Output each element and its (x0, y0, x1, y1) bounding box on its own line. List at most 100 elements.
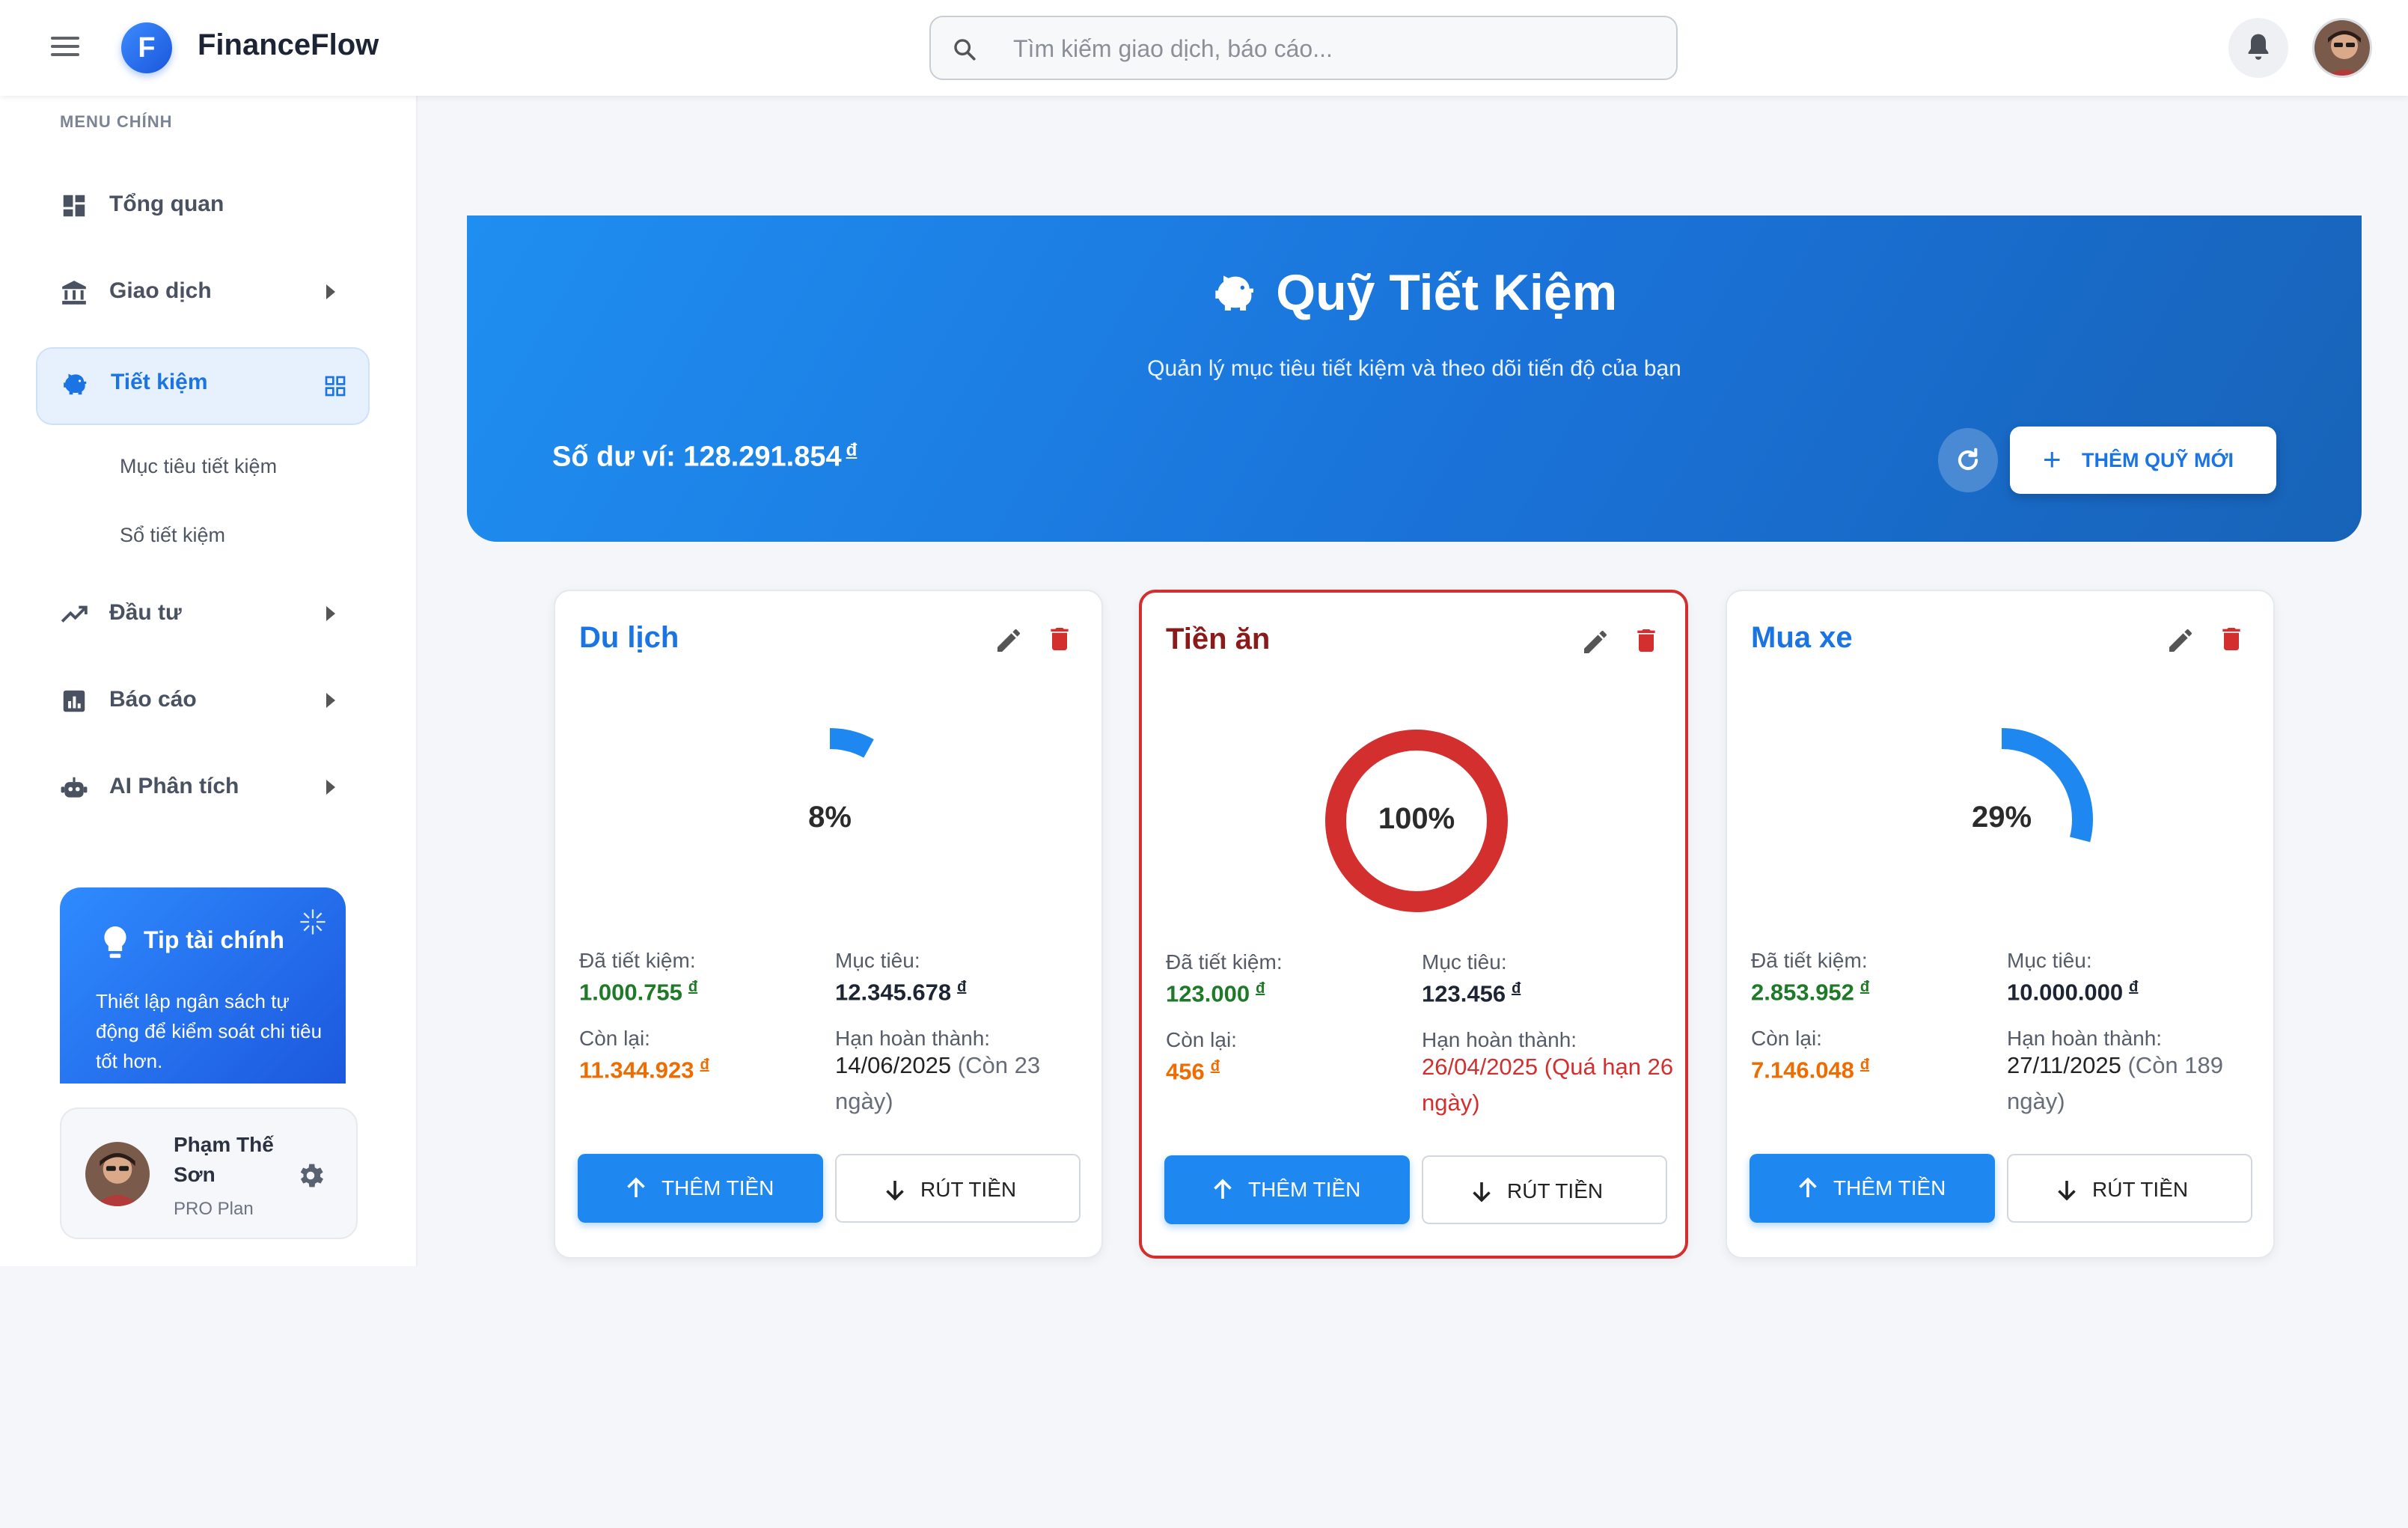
saved-label: Đã tiết kiệm: (579, 949, 696, 972)
delete-icon[interactable] (1045, 624, 1075, 654)
user-avatar[interactable] (2312, 18, 2372, 78)
add-money-label: THÊM TIỀN (1248, 1178, 1361, 1201)
arrow-down-icon (2058, 1181, 2076, 1201)
sidebar-item-overview[interactable]: Tổng quan (36, 166, 370, 244)
savings-fund-header: Quỹ Tiết Kiệm Quản lý mục tiêu tiết kiệm… (467, 216, 2362, 542)
currency-symbol: đ (1256, 980, 1265, 997)
add-money-button[interactable]: THÊM TIỀN (1750, 1154, 1995, 1223)
sidebar-item-reports[interactable]: Báo cáo (36, 661, 370, 739)
report-icon (63, 690, 85, 712)
currency-symbol: đ (846, 440, 858, 460)
sparkle-icon (300, 909, 326, 935)
notifications-button[interactable] (2228, 18, 2288, 78)
saved-amount: 1.000.755 đ (579, 979, 698, 1006)
target-amount: 10.000.000 đ (2007, 979, 2139, 1006)
chevron-right-icon (326, 780, 335, 795)
refresh-icon (1958, 447, 1978, 471)
currency-symbol: đ (1860, 1057, 1870, 1073)
grid-view-icon[interactable] (323, 374, 347, 398)
search-bar[interactable] (929, 16, 1678, 80)
currency-symbol: đ (688, 979, 698, 995)
currency-symbol: đ (1210, 1058, 1220, 1075)
fund-card: Tiền ăn 100% Đã tiết kiệm: 123.000 đ Mục … (1139, 590, 1688, 1259)
saved-label: Đã tiết kiệm: (1166, 950, 1283, 974)
bell-icon (2248, 34, 2269, 60)
edit-icon[interactable] (994, 626, 1024, 655)
sidebar-item-label: AI Phân tích (109, 774, 239, 798)
add-money-button[interactable]: THÊM TIỀN (1164, 1155, 1410, 1224)
fund-name: Tiền ăn (1166, 623, 1271, 655)
remaining-label: Còn lại: (579, 1027, 650, 1050)
target-amount: 12.345.678 đ (835, 979, 967, 1006)
page-subtitle: Quản lý mục tiêu tiết kiệm và theo dõi t… (1147, 356, 1681, 381)
target-label: Mục tiêu: (2007, 949, 2092, 972)
remaining-label: Còn lại: (1751, 1027, 1822, 1050)
saved-label: Đã tiết kiệm: (1751, 949, 1868, 972)
deadline-value: 27/11/2025 (Còn 189 ngày) (2007, 1052, 2224, 1114)
user-plan: PRO Plan (174, 1199, 254, 1219)
trending-up-icon (61, 605, 88, 623)
currency-symbol: đ (1512, 980, 1521, 997)
deadline-value: 14/06/2025 (Còn 23 ngày) (835, 1052, 1041, 1114)
page-title: Quỹ Tiết Kiệm (1276, 264, 1618, 321)
sidebar-item-transactions[interactable]: Giao dịch (36, 253, 370, 331)
user-avatar (85, 1142, 150, 1206)
tip-title: Tip tài chính (144, 926, 284, 953)
currency-symbol: đ (700, 1057, 709, 1073)
refresh-button[interactable] (1938, 428, 1998, 492)
arrow-down-icon (886, 1181, 904, 1201)
delete-icon[interactable] (2216, 624, 2246, 654)
withdraw-label: RÚT TIỀN (1507, 1179, 1604, 1202)
delete-icon[interactable] (1631, 626, 1661, 655)
user-profile-card: Phạm Thế Sơn PRO Plan (60, 1107, 358, 1239)
plus-icon: + (2043, 441, 2062, 477)
robot-icon (61, 777, 88, 798)
sidebar-item-savings[interactable]: Tiết kiệm (36, 347, 370, 425)
progress-percent: 29% (1971, 801, 2032, 834)
sidebar-subitem-savings-book[interactable]: Sổ tiết kiệm (120, 524, 225, 547)
fund-card: Mua xe 29% Đã tiết kiệm: 2.853.952 đ Mục … (1726, 590, 2275, 1259)
arrow-up-icon (627, 1177, 645, 1197)
dashboard-icon (63, 195, 85, 217)
withdraw-label: RÚT TIỀN (2092, 1178, 2189, 1201)
add-money-label: THÊM TIỀN (1833, 1176, 1946, 1200)
gear-icon[interactable] (295, 1160, 326, 1191)
target-label: Mục tiêu: (1422, 950, 1507, 974)
add-new-fund-label: THÊM QUỸ MỚI (2082, 449, 2234, 471)
app-title: FinanceFlow (198, 28, 379, 61)
add-money-button[interactable]: THÊM TIỀN (578, 1154, 823, 1223)
add-new-fund-button[interactable]: + THÊM QUỸ MỚI (2010, 427, 2276, 494)
target-amount: 123.456 đ (1422, 980, 1521, 1007)
progress-percent: 100% (1378, 802, 1455, 835)
edit-icon[interactable] (1580, 627, 1610, 657)
edit-icon[interactable] (2166, 626, 2195, 655)
sidebar-item-investment[interactable]: Đầu tư (36, 575, 370, 653)
remaining-amount: 7.146.048 đ (1751, 1057, 1870, 1084)
fund-name: Du lịch (579, 621, 679, 654)
hamburger-menu-icon[interactable] (46, 31, 84, 64)
piggy-bank-icon (1215, 275, 1253, 311)
fund-name: Mua xe (1751, 621, 1853, 654)
fund-card: Du lịch 8% Đã tiết kiệm: 1.000.755 đ Mục … (554, 590, 1103, 1259)
remaining-amount: 11.344.923 đ (579, 1057, 709, 1084)
search-input[interactable] (1013, 32, 1657, 65)
sidebar-item-label: Đầu tư (109, 600, 182, 625)
currency-symbol: đ (1860, 979, 1870, 995)
bank-icon (62, 281, 86, 305)
sidebar-subitem-savings-goals[interactable]: Mục tiêu tiết kiệm (120, 455, 277, 478)
piggy-bank-icon (64, 373, 87, 395)
withdraw-button[interactable]: RÚT TIỀN (2007, 1154, 2252, 1223)
chevron-right-icon (326, 693, 335, 708)
currency-symbol: đ (2129, 979, 2139, 995)
withdraw-button[interactable]: RÚT TIỀN (835, 1154, 1081, 1223)
sidebar-item-label: Tổng quan (109, 192, 224, 216)
sidebar-item-ai-analysis[interactable]: AI Phân tích (36, 748, 370, 826)
wallet-balance-value: Số dư ví: 128.291.854 (552, 441, 842, 473)
top-bar: F FinanceFlow (0, 0, 2408, 96)
target-label: Mục tiêu: (835, 949, 920, 972)
withdraw-button[interactable]: RÚT TIỀN (1422, 1155, 1667, 1224)
arrow-up-icon (1214, 1179, 1232, 1199)
saved-amount: 2.853.952 đ (1751, 979, 1870, 1006)
add-money-label: THÊM TIỀN (661, 1176, 774, 1200)
remaining-amount: 456 đ (1166, 1058, 1220, 1085)
